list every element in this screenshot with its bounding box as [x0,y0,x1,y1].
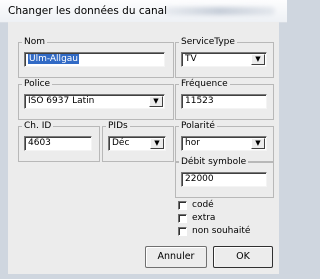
debit-symbole-group: Débit symbole 22000 [175,156,274,198]
chevron-down-icon[interactable]: ▼ [149,96,163,107]
pids-group: PIDs Déc ▼ [102,120,174,162]
frequence-label: Fréquence [179,78,230,90]
frequence-input[interactable]: 11523 [181,94,267,109]
dialog-body: Nom Ulm-Allgau ServiceType TV ▼ Police I… [8,22,279,274]
extra-checkbox-row[interactable]: extra [178,213,268,225]
pids-label: PIDs [106,120,130,132]
service-type-label: ServiceType [179,36,237,48]
pids-select[interactable]: Déc ▼ [108,136,166,151]
non-souhaite-checkbox-row[interactable]: non souhaité [178,226,268,238]
ch-id-value: 4603 [28,138,51,148]
cancel-button[interactable]: Annuler [145,246,207,268]
nom-label: Nom [22,36,48,48]
chevron-down-icon[interactable]: ▼ [150,138,164,149]
polarite-select[interactable]: hor ▼ [181,136,267,151]
extra-checkbox[interactable] [178,214,187,223]
code-checkbox-row[interactable]: codé [178,200,268,212]
nom-input[interactable]: Ulm-Allgau [24,52,165,67]
polarite-value: hor [185,138,200,148]
service-type-group: ServiceType TV ▼ [175,36,274,78]
nom-group: Nom Ulm-Allgau [18,36,174,78]
ch-id-input[interactable]: 4603 [24,136,92,151]
extra-checkbox-label: extra [192,213,216,223]
police-group: Police ISO 6937 Latin ▼ [18,78,174,120]
non-souhaite-checkbox-label: non souhaité [192,226,251,236]
window-title: Changer les données du canal [8,5,168,17]
pids-value: Déc [112,138,130,148]
police-value: ISO 6937 Latin [28,96,95,106]
chevron-down-icon[interactable]: ▼ [251,138,265,149]
frequence-group: Fréquence 11523 [175,78,274,120]
debit-symbole-label: Débit symbole [179,156,249,168]
debit-symbole-value: 22000 [185,174,214,184]
ch-id-group: Ch. ID 4603 [18,120,100,162]
nom-value: Ulm-Allgau [28,54,79,64]
code-checkbox[interactable] [178,201,187,210]
polarite-label: Polarité [179,120,217,132]
title-bar: Changer les données du canal [0,0,287,23]
code-checkbox-label: codé [192,200,214,210]
ok-button[interactable]: OK [213,246,273,268]
service-type-select[interactable]: TV ▼ [181,52,267,67]
police-select[interactable]: ISO 6937 Latin ▼ [24,94,165,109]
non-souhaite-checkbox[interactable] [178,227,187,236]
police-label: Police [22,78,53,90]
title-bar-blurred-region [165,7,275,15]
service-type-value: TV [185,54,197,64]
frequence-value: 11523 [185,96,214,106]
debit-symbole-input[interactable]: 22000 [181,172,267,187]
ch-id-label: Ch. ID [22,120,54,132]
chevron-down-icon[interactable]: ▼ [251,54,265,65]
